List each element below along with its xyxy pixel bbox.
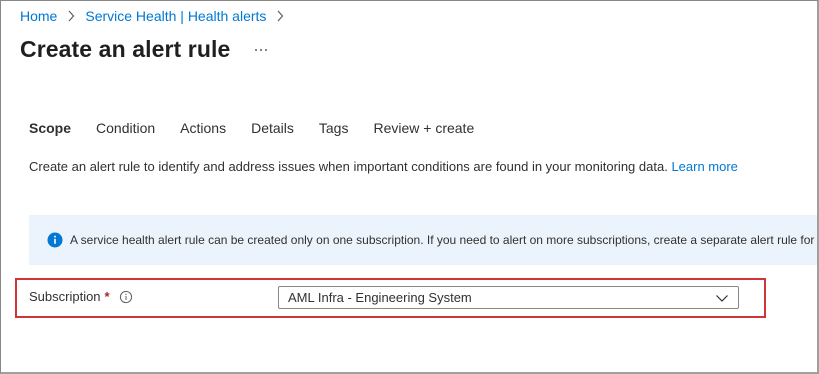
subscription-field-label: Subscription * (29, 289, 133, 304)
tab-tags[interactable]: Tags (319, 120, 349, 142)
page-title: Create an alert rule (20, 36, 231, 62)
required-indicator: * (104, 289, 110, 304)
info-circle-icon[interactable] (119, 290, 133, 304)
description-text: Create an alert rule to identify and add… (29, 159, 668, 174)
chevron-right-icon (63, 8, 79, 24)
info-banner-text: A service health alert rule can be creat… (70, 233, 819, 247)
breadcrumb: Home Service Health | Health alerts (20, 8, 294, 24)
info-icon (47, 232, 63, 248)
subscription-selected-value: AML Infra - Engineering System (288, 290, 472, 305)
title-row: Create an alert rule (20, 36, 268, 63)
subscription-label: Subscription (29, 289, 101, 304)
tab-condition[interactable]: Condition (96, 120, 155, 142)
tab-actions[interactable]: Actions (180, 120, 226, 142)
chevron-right-icon (272, 8, 288, 24)
breadcrumb-home[interactable]: Home (20, 8, 57, 24)
tab-scope[interactable]: Scope (29, 120, 71, 142)
tab-details[interactable]: Details (251, 120, 294, 142)
breadcrumb-service-health[interactable]: Service Health | Health alerts (85, 8, 266, 24)
tab-review-create[interactable]: Review + create (373, 120, 474, 142)
more-options-icon[interactable] (254, 43, 268, 57)
chevron-down-icon (715, 291, 729, 305)
subscription-dropdown[interactable]: AML Infra - Engineering System (278, 286, 739, 309)
page-frame: Home Service Health | Health alerts Crea… (0, 0, 819, 374)
learn-more-link[interactable]: Learn more (671, 159, 737, 174)
tab-bar: Scope Condition Actions Details Tags Rev… (29, 120, 499, 142)
description: Create an alert rule to identify and add… (29, 159, 738, 174)
info-banner: A service health alert rule can be creat… (29, 215, 819, 265)
